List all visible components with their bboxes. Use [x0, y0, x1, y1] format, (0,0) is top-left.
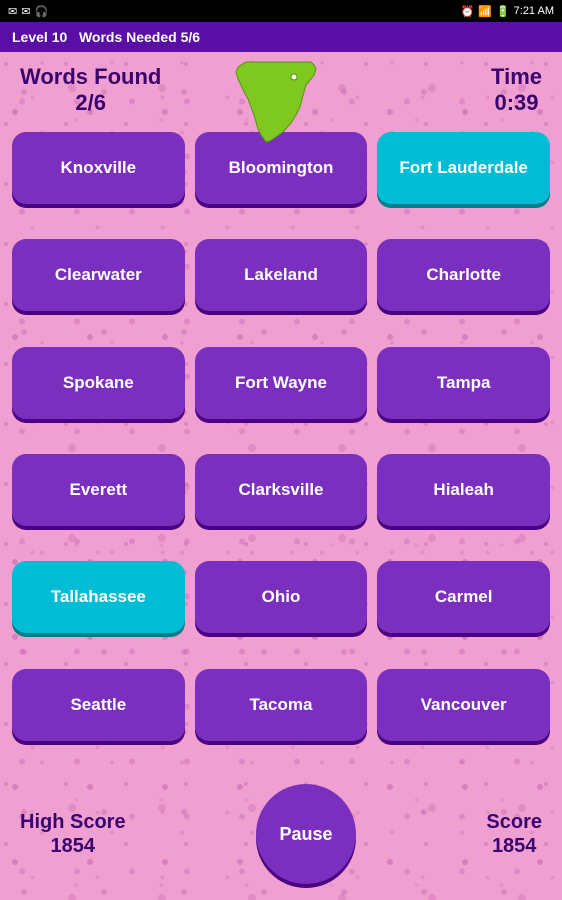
word-button-tacoma[interactable]: Tacoma — [195, 669, 368, 741]
msg-icon: ✉ — [8, 5, 17, 18]
florida-map — [226, 57, 336, 152]
word-button-tallahassee[interactable]: Tallahassee — [12, 561, 185, 633]
bottom-bar: High Score 1854 Pause Score 1854 — [0, 776, 562, 900]
word-button-knoxville[interactable]: Knoxville — [12, 132, 185, 204]
email-icon: ✉ — [21, 5, 30, 18]
word-button-seattle[interactable]: Seattle — [12, 669, 185, 741]
word-button-fort-lauderdale[interactable]: Fort Lauderdale — [377, 132, 550, 204]
word-button-lakeland[interactable]: Lakeland — [195, 239, 368, 311]
word-button-clearwater[interactable]: Clearwater — [12, 239, 185, 311]
alarm-icon: ⏰ — [461, 5, 475, 18]
word-button-vancouver[interactable]: Vancouver — [377, 669, 550, 741]
high-score-value: 1854 — [20, 834, 126, 858]
top-bar: Level 10 Words Needed 5/6 — [0, 22, 562, 52]
score-display: Score 1854 — [486, 810, 542, 858]
word-button-charlotte[interactable]: Charlotte — [377, 239, 550, 311]
word-button-hialeah[interactable]: Hialeah — [377, 454, 550, 526]
word-button-tampa[interactable]: Tampa — [377, 347, 550, 419]
time-display: Time 0:39 — [491, 64, 542, 117]
clock-display: 7:21 AM — [514, 5, 554, 17]
word-button-ohio[interactable]: Ohio — [195, 561, 368, 633]
status-bar: ✉ ✉ 🎧 ⏰ 📶 🔋 7:21 AM — [0, 0, 562, 22]
word-button-clarksville[interactable]: Clarksville — [195, 454, 368, 526]
high-score-display: High Score 1854 — [20, 810, 126, 858]
status-left-icons: ✉ ✉ 🎧 — [8, 5, 48, 18]
headphone-icon: 🎧 — [34, 5, 48, 18]
words-needed-label: Words Needed 5/6 — [79, 29, 200, 45]
wifi-icon: 📶 — [478, 5, 492, 18]
word-grid: KnoxvilleBloomingtonFort LauderdaleClear… — [0, 117, 562, 776]
stats-row: Words Found 2/6 Time 0:39 — [0, 52, 562, 117]
word-button-spokane[interactable]: Spokane — [12, 347, 185, 419]
words-found-value: 2/6 — [20, 90, 161, 116]
time-value: 0:39 — [491, 90, 542, 116]
word-button-everett[interactable]: Everett — [12, 454, 185, 526]
battery-icon: 🔋 — [496, 5, 510, 18]
level-label: Level 10 — [12, 29, 67, 45]
word-button-carmel[interactable]: Carmel — [377, 561, 550, 633]
high-score-label: High Score — [20, 810, 126, 834]
score-value: 1854 — [486, 834, 542, 858]
status-right-info: ⏰ 📶 🔋 7:21 AM — [461, 5, 554, 18]
words-found-label: Words Found — [20, 64, 161, 90]
pause-button[interactable]: Pause — [256, 784, 356, 884]
pause-label: Pause — [279, 824, 332, 845]
score-label: Score — [486, 810, 542, 834]
word-button-fort-wayne[interactable]: Fort Wayne — [195, 347, 368, 419]
time-label: Time — [491, 64, 542, 90]
game-area: Words Found 2/6 Time 0:39 KnoxvilleBloom… — [0, 52, 562, 900]
words-found-display: Words Found 2/6 — [20, 64, 161, 117]
